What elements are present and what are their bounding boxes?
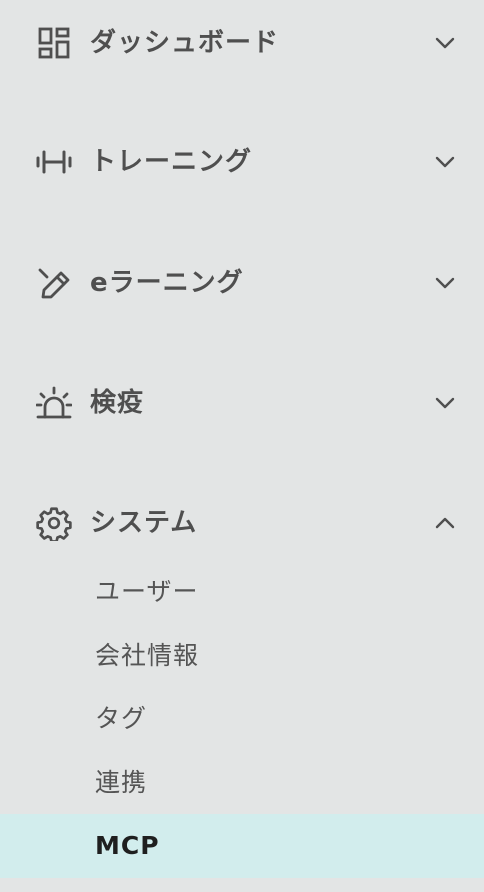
sidebar-item-company-info[interactable]: 会社情報 [0,624,484,688]
sidebar-group-elearning[interactable]: eラーニング [0,251,484,315]
gear-icon [36,505,72,541]
sidebar-group-label: 検疫 [90,388,145,418]
chevron-down-icon[interactable] [432,391,458,415]
sidebar-item-label: 会社情報 [95,641,200,670]
chevron-down-icon[interactable] [432,271,458,295]
alarm-light-icon [36,385,72,421]
sidebar-item-users[interactable]: ユーザー [0,560,484,624]
sidebar-group-quarantine[interactable]: 検疫 [0,371,484,435]
chevron-up-icon[interactable] [432,511,458,535]
chevron-down-icon[interactable] [432,31,458,55]
pencil-icon [36,265,72,301]
sidebar-item-mcp[interactable]: MCP [0,814,484,878]
sidebar-group-dashboard[interactable]: ダッシュボード [0,11,484,75]
sidebar-group-label: ダッシュボード [90,28,280,58]
sidebar-item-label: タグ [95,704,148,733]
chevron-down-icon[interactable] [432,150,458,174]
sidebar-group-label: システム [90,508,198,538]
sidebar-item-integrations[interactable]: 連携 [0,751,484,815]
sidebar-group-label: トレーニング [90,147,253,177]
sidebar-group-training[interactable]: トレーニング [0,130,484,194]
sidebar-nav: ダッシュボード トレーニング eラーニング 検疫 システム ユーザー 会社情報 … [0,0,484,892]
sidebar-item-label: MCP [95,831,160,860]
sidebar-item-label: 連携 [95,768,148,797]
sidebar-item-tags[interactable]: タグ [0,687,484,751]
sidebar-item-label: ユーザー [95,577,199,606]
sidebar-group-label: eラーニング [90,268,244,298]
dashboard-grid-icon [36,25,72,61]
dumbbell-icon [36,144,72,180]
sidebar-group-system[interactable]: システム [0,491,484,555]
